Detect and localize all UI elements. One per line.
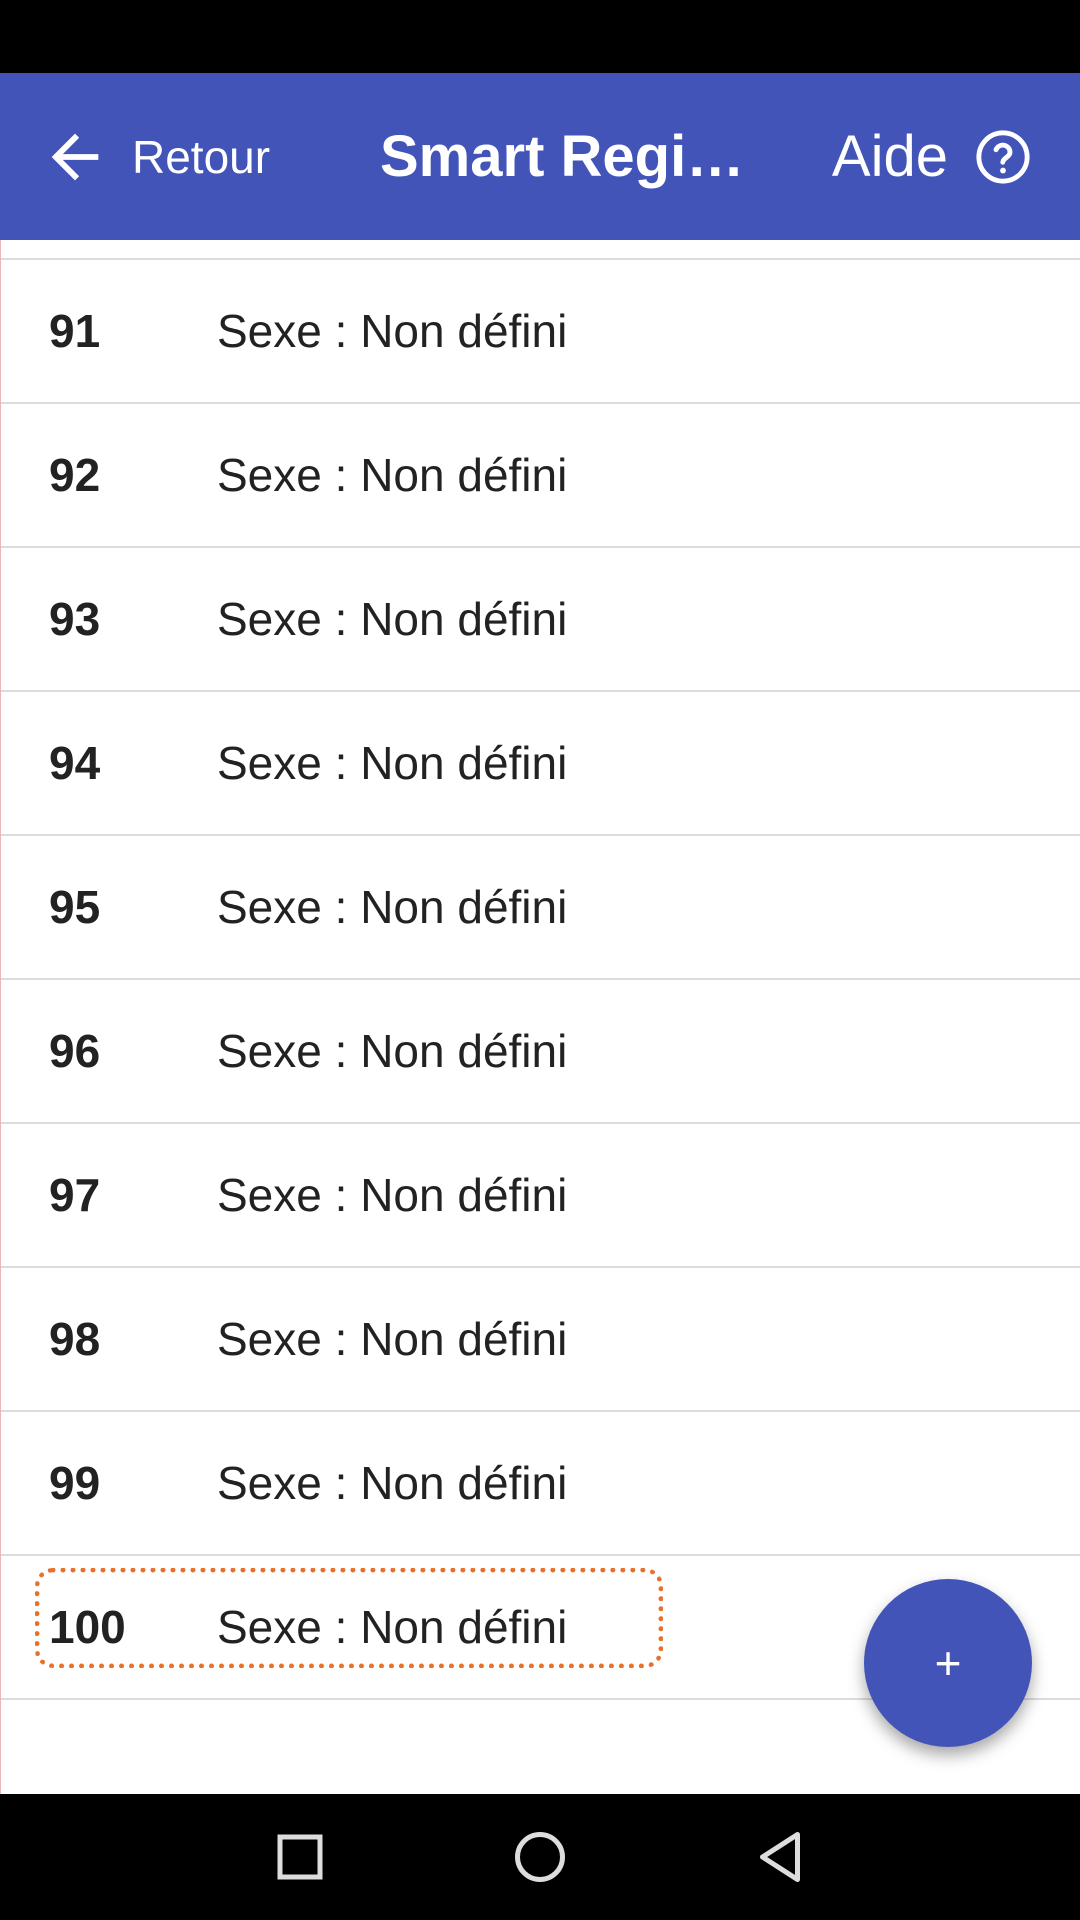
list-item[interactable]: 91 Sexe : Non défini <box>1 260 1080 404</box>
page-title: Smart Regi… <box>380 124 745 189</box>
back-button[interactable]: Retour <box>40 73 270 240</box>
system-nav-bar <box>0 1794 1080 1920</box>
list-item[interactable]: 94 Sexe : Non défini <box>1 692 1080 836</box>
item-number: 91 <box>49 305 101 357</box>
item-sex: Sexe : Non défini <box>217 1313 568 1365</box>
status-bar <box>0 0 1080 73</box>
list-item[interactable]: 97 Sexe : Non défini <box>1 1124 1080 1268</box>
item-sex: Sexe : Non défini <box>217 305 568 357</box>
list-item[interactable]: 93 Sexe : Non défini <box>1 548 1080 692</box>
item-sex: Sexe : Non défini <box>217 881 568 933</box>
list-item[interactable]: 98 Sexe : Non défini <box>1 1268 1080 1412</box>
item-number: 94 <box>49 737 101 789</box>
home-button[interactable] <box>477 1794 603 1920</box>
item-number: 98 <box>49 1313 101 1365</box>
triangle-back-icon <box>760 1832 800 1882</box>
animal-list[interactable]: 91 Sexe : Non défini 92 Sexe : Non défin… <box>0 240 1080 1794</box>
circle-icon <box>515 1832 565 1882</box>
item-sex: Sexe : Non défini <box>217 593 568 645</box>
arrow-left-icon <box>51 133 99 180</box>
list-item[interactable]: 95 Sexe : Non défini <box>1 836 1080 980</box>
item-sex: Sexe : Non défini <box>217 1169 568 1221</box>
item-sex: Sexe : Non défini <box>217 449 568 501</box>
item-sex: Sexe : Non défini <box>217 1457 568 1509</box>
app-bar: Retour Smart Regi… Aide <box>0 73 1080 240</box>
help-circle-icon <box>976 129 1030 184</box>
list-divider <box>1 240 1080 260</box>
square-icon <box>277 1834 323 1880</box>
add-button[interactable]: + <box>864 1579 1032 1747</box>
help-label: Aide <box>831 124 948 189</box>
plus-icon: + <box>934 1637 962 1689</box>
item-sex: Sexe : Non défini <box>217 1601 568 1653</box>
recents-button[interactable] <box>237 1794 363 1920</box>
item-sex: Sexe : Non défini <box>217 1025 568 1077</box>
list-item[interactable]: 99 Sexe : Non défini <box>1 1412 1080 1556</box>
item-number: 100 <box>49 1601 126 1653</box>
item-sex: Sexe : Non défini <box>217 737 568 789</box>
help-button[interactable]: Aide <box>832 73 1032 240</box>
item-number: 96 <box>49 1025 101 1077</box>
item-number: 99 <box>49 1457 101 1509</box>
item-number: 93 <box>49 593 101 645</box>
item-number: 97 <box>49 1169 101 1221</box>
back-nav-button[interactable] <box>717 1794 843 1920</box>
item-number: 92 <box>49 449 101 501</box>
list-item[interactable]: 96 Sexe : Non défini <box>1 980 1080 1124</box>
back-label: Retour <box>132 130 271 183</box>
list-item[interactable]: 92 Sexe : Non défini <box>1 404 1080 548</box>
item-number: 95 <box>49 881 101 933</box>
